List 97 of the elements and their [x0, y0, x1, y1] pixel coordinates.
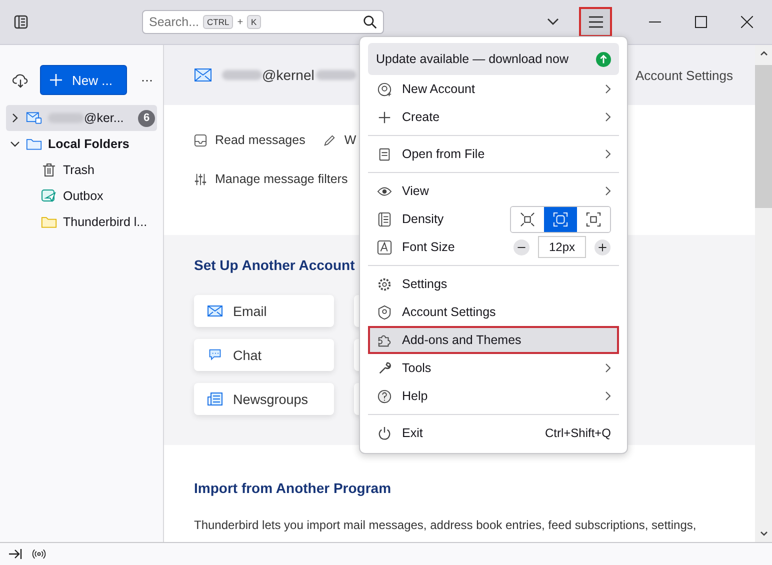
menu-item[interactable]: View	[368, 177, 619, 205]
account-type-button[interactable]: Chat	[194, 339, 334, 371]
chevron-right-icon	[605, 391, 611, 401]
folder-name: @ker...	[84, 111, 124, 125]
manage-filters-link[interactable]: Manage message filters	[215, 172, 348, 186]
help-icon	[377, 388, 392, 404]
plus-icon	[50, 74, 62, 86]
keyboard-shortcut: Ctrl+Shift+Q	[544, 426, 611, 440]
menu-item[interactable]: Open from File	[368, 140, 619, 168]
inbox-icon	[194, 134, 207, 146]
unread-count: 6	[138, 110, 155, 126]
chat-bubble-icon	[207, 348, 223, 362]
search-icon[interactable]	[363, 15, 377, 29]
new-button[interactable]: New ...	[40, 65, 127, 95]
write-message-link[interactable]: W	[344, 133, 356, 147]
close-icon[interactable]	[741, 16, 753, 28]
folder-tree-item[interactable]: Outbox	[6, 183, 157, 209]
maximize-icon[interactable]	[695, 16, 707, 28]
density-icon[interactable]	[586, 212, 601, 226]
document-icon	[377, 146, 392, 162]
folder-tree-item[interactable]: @ker... 6	[6, 105, 157, 131]
section-title: Import from Another Program	[194, 480, 392, 496]
broadcast-icon[interactable]	[32, 548, 46, 560]
plus-icon	[377, 110, 392, 124]
account-icon	[377, 304, 392, 320]
menu-label: Font Size	[402, 240, 456, 254]
density-option[interactable]	[544, 206, 577, 232]
account-settings-link[interactable]: Account Settings	[635, 68, 733, 82]
search-field[interactable]: Search... CTRL + K	[142, 10, 384, 34]
account-type-button[interactable]: Email	[194, 295, 334, 327]
menu-item[interactable]: Help	[368, 382, 619, 410]
envelope-icon	[207, 304, 223, 318]
menu-item[interactable]: Settings	[368, 270, 619, 298]
folder-name: Trash	[63, 163, 94, 177]
new-account-icon	[377, 82, 392, 96]
collapse-icon[interactable]	[8, 548, 22, 560]
more-button[interactable]: ···	[137, 73, 157, 87]
redacted-text	[222, 70, 262, 80]
search-input[interactable]: Search...	[149, 15, 199, 29]
account-type-button[interactable]: Newsgroups	[194, 383, 334, 415]
list-icon	[377, 212, 392, 226]
newspaper-icon	[207, 392, 223, 406]
folder-name: Thunderbird l...	[63, 215, 148, 229]
menu-item[interactable]: Tools	[368, 354, 619, 382]
read-messages-link[interactable]: Read messages	[215, 133, 306, 147]
power-icon	[377, 426, 392, 440]
minus-icon[interactable]	[512, 238, 530, 256]
arrow-up-icon	[596, 52, 611, 66]
wrench-icon	[377, 360, 392, 376]
menu-item[interactable]: Account Settings	[368, 298, 619, 326]
menu-item[interactable]: Exit Ctrl+Shift+Q	[368, 419, 619, 447]
keyboard-key: K	[247, 15, 261, 29]
update-banner[interactable]: Update available — download now	[368, 43, 619, 75]
sliders-icon	[194, 172, 207, 186]
pencil-icon	[323, 134, 336, 146]
menu-icon[interactable]	[588, 16, 604, 28]
trash-icon	[41, 163, 57, 177]
scroll-up-icon	[760, 51, 768, 56]
font-icon	[377, 240, 392, 254]
font-size-field[interactable]: 12px	[538, 236, 586, 258]
outbox-icon	[41, 189, 57, 203]
menu-label: Density	[402, 212, 445, 226]
folder-tree-item[interactable]: Thunderbird l...	[6, 209, 157, 235]
chevron-right-icon	[605, 84, 611, 94]
scroll-down-icon	[760, 531, 768, 536]
menu-item[interactable]: Create	[368, 103, 619, 131]
chevron-right-icon	[605, 149, 611, 159]
puzzle-piece-icon	[377, 332, 392, 348]
gear-icon	[377, 276, 392, 292]
chevron-right-icon	[605, 186, 611, 196]
density-icon[interactable]	[520, 212, 535, 226]
chevron-right-icon[interactable]	[10, 113, 20, 123]
menu-item[interactable]: Add-ons and Themes	[368, 326, 619, 354]
mail-account-icon	[26, 111, 42, 125]
envelope-icon	[194, 68, 212, 82]
redacted-text	[316, 70, 356, 80]
menu-item[interactable]: New Account	[368, 75, 619, 103]
sidebar-toggle-icon[interactable]	[13, 14, 29, 30]
folder-tree-item[interactable]: Local Folders	[6, 131, 157, 157]
account-address: @kernel	[262, 67, 314, 83]
chevron-right-icon	[605, 363, 611, 373]
key-separator: +	[237, 16, 244, 28]
folder-tree-item[interactable]: Trash	[6, 157, 157, 183]
chevron-down-icon[interactable]	[10, 139, 20, 149]
folder-name: Outbox	[63, 189, 104, 203]
cloud-download-icon[interactable]	[12, 72, 29, 88]
chevron-down-icon[interactable]	[547, 18, 559, 26]
folder-icon	[41, 215, 57, 229]
scrollbar[interactable]	[755, 45, 772, 542]
keyboard-key: CTRL	[203, 15, 234, 29]
import-description: Thunderbird lets you import mail messages, address book entries, feed subscriptions, settings,	[194, 518, 698, 532]
chevron-right-icon	[605, 112, 611, 122]
section-title: Set Up Another Account	[194, 257, 356, 273]
plus-icon[interactable]	[594, 238, 611, 256]
folder-name: Local Folders	[48, 137, 130, 151]
menu-button[interactable]	[579, 7, 612, 37]
folder-icon	[26, 137, 42, 151]
